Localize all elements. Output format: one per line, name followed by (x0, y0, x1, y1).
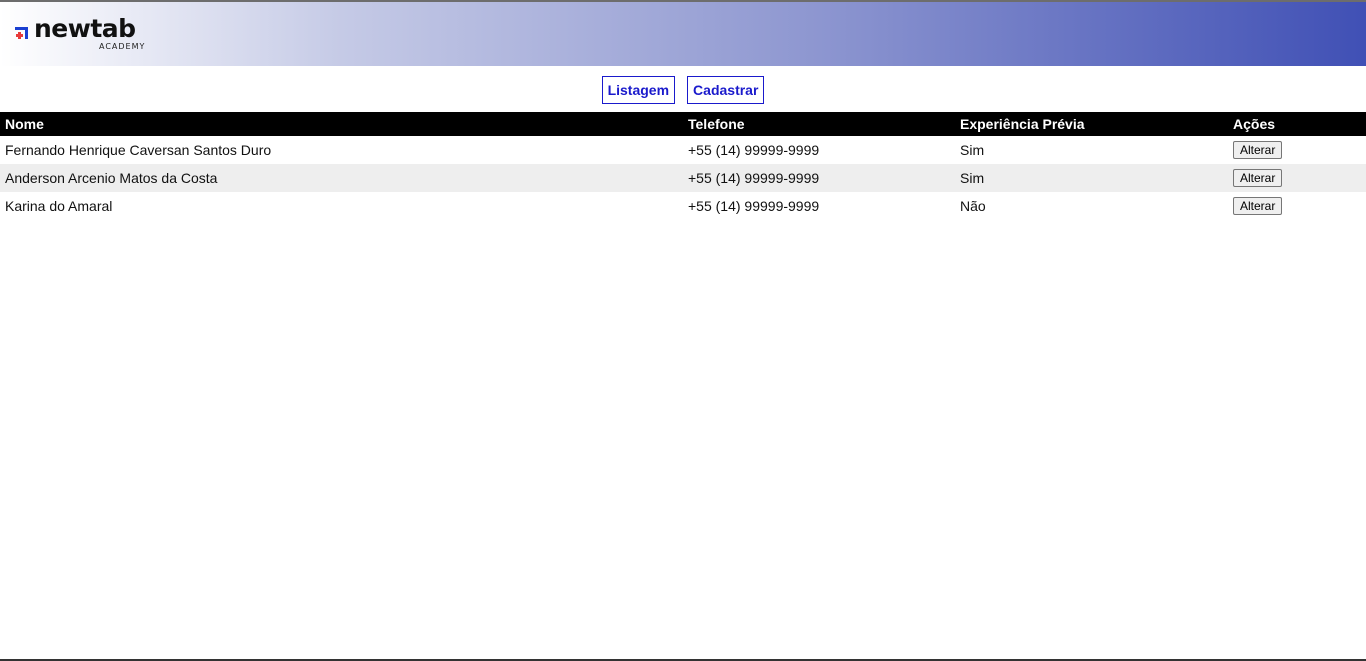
main-nav: Listagem Cadastrar (0, 76, 1366, 104)
brand-subtitle: ACADEMY (99, 42, 146, 51)
table-header-row: Nome Telefone Experiência Prévia Ações (0, 112, 1366, 136)
table-row: Karina do Amaral +55 (14) 99999-9999 Não… (0, 192, 1366, 220)
cell-experience: Não (960, 198, 986, 214)
column-header-experience: Experiência Prévia (955, 112, 1228, 136)
header-banner: newtab ACADEMY (0, 2, 1366, 66)
column-header-actions: Ações (1228, 112, 1366, 136)
cell-name: Karina do Amaral (5, 198, 113, 214)
cell-phone: +55 (14) 99999-9999 (683, 164, 955, 192)
cell-name: Fernando Henrique Caversan Santos Duro (5, 142, 272, 158)
column-header-phone: Telefone (683, 112, 955, 136)
nav-register-button[interactable]: Cadastrar (687, 76, 765, 104)
column-header-name: Nome (0, 112, 683, 136)
brand-logo[interactable]: newtab ACADEMY (14, 14, 154, 56)
table-row: Anderson Arcenio Matos da Costa +55 (14)… (0, 164, 1366, 192)
cell-phone: +55 (14) 99999-9999 (688, 142, 820, 158)
cell-actions: Alterar (1228, 192, 1366, 220)
newtab-logo-icon (15, 27, 28, 39)
cell-actions: Alterar (1228, 136, 1366, 164)
brand-name: newtab (34, 14, 136, 43)
cell-name: Anderson Arcenio Matos da Costa (0, 164, 683, 192)
edit-button[interactable]: Alterar (1233, 197, 1283, 215)
cell-phone: +55 (14) 99999-9999 (688, 198, 820, 214)
candidates-table: Nome Telefone Experiência Prévia Ações F… (0, 112, 1366, 220)
cell-experience: Sim (960, 142, 985, 158)
cell-experience: Sim (955, 164, 1228, 192)
cell-actions: Alterar (1228, 164, 1366, 192)
nav-list-button[interactable]: Listagem (601, 76, 676, 104)
app-page: newtab ACADEMY Listagem Cadastrar Nome T… (0, 0, 1366, 661)
edit-button[interactable]: Alterar (1233, 169, 1283, 187)
table-row: Fernando Henrique Caversan Santos Duro +… (0, 136, 1366, 164)
edit-button[interactable]: Alterar (1233, 141, 1283, 159)
